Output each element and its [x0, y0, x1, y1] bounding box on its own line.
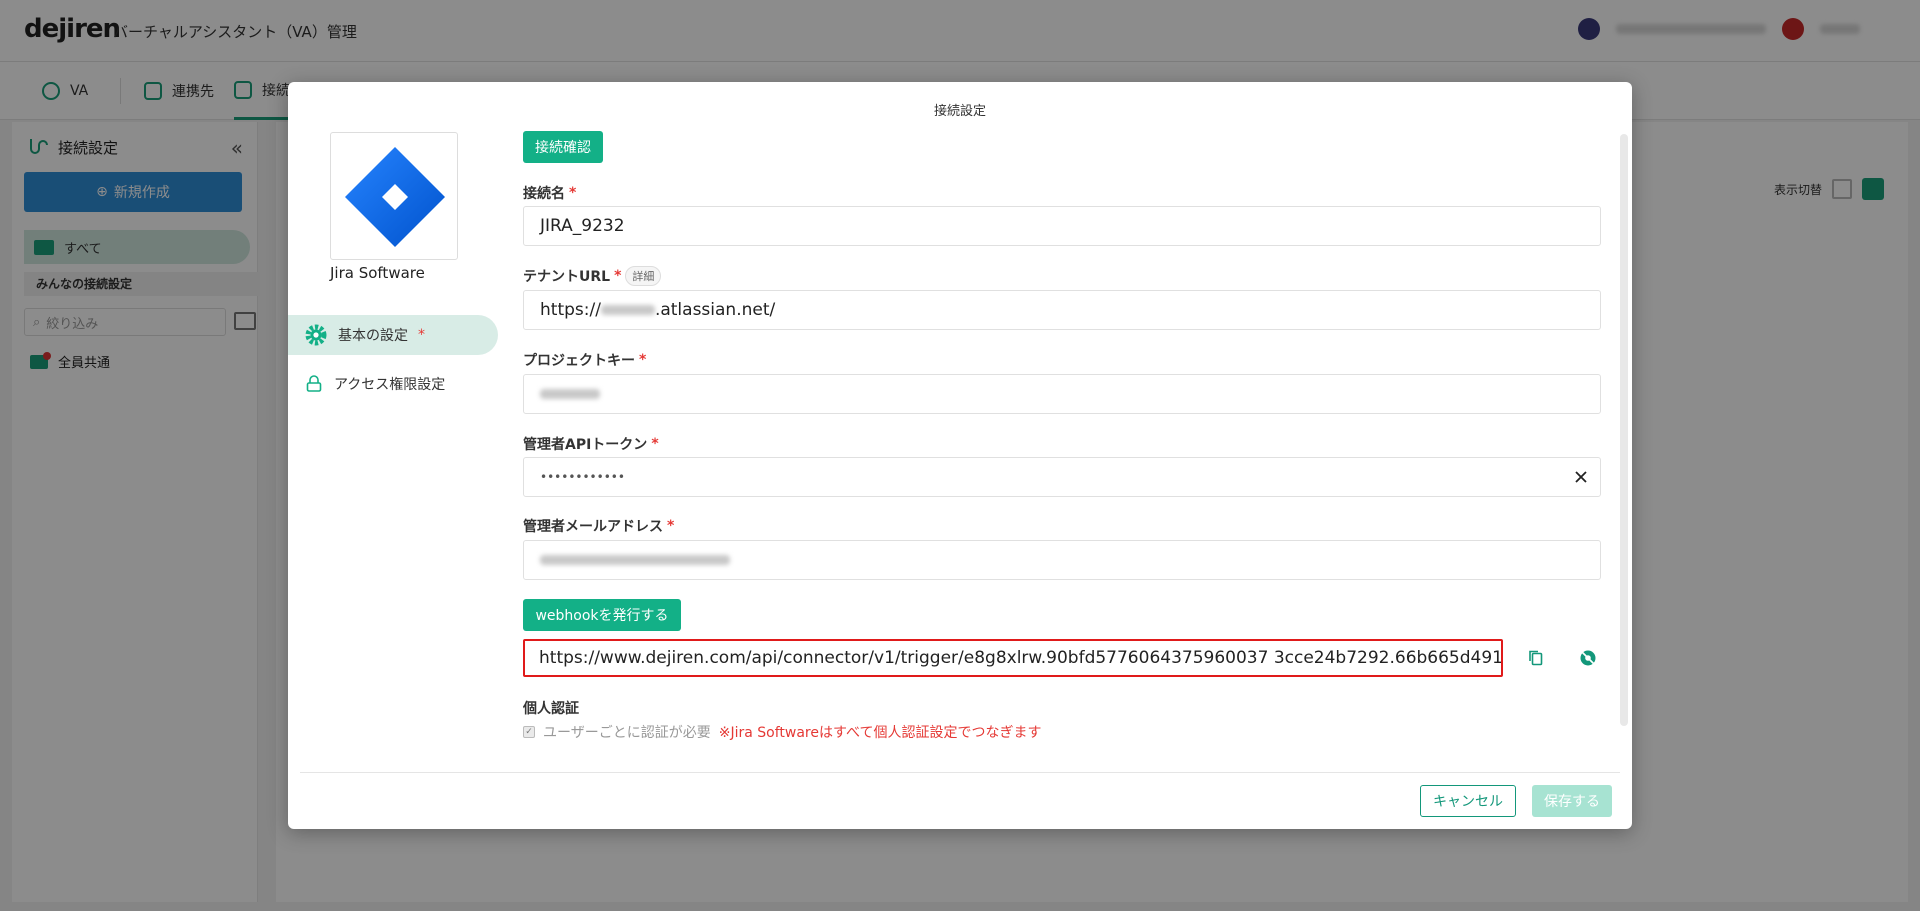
- field-label-text: プロジェクトキー: [523, 353, 635, 369]
- personal-auth-checkbox[interactable]: ✓: [523, 726, 535, 738]
- jira-logo-icon: [345, 147, 445, 247]
- tenant-url-suffix: .atlassian.net/: [654, 300, 776, 320]
- tenant-subdomain-redacted: [600, 305, 655, 315]
- hide-visibility-icon[interactable]: [1577, 647, 1599, 669]
- personal-auth-row: ✓ ユーザーごとに認証が必要 ※Jira Softwareはすべて個人認証設定で…: [523, 722, 1041, 742]
- footer-divider: [300, 772, 1620, 773]
- api-token-masked: ••••••••••••: [540, 470, 625, 484]
- webhook-url-field[interactable]: https://www.dejiren.com/api/connector/v1…: [523, 639, 1503, 677]
- modal-scrollbar[interactable]: [1620, 134, 1628, 726]
- project-key-label: プロジェクトキー *: [523, 350, 646, 370]
- issue-webhook-button[interactable]: webhookを発行する: [523, 599, 681, 631]
- field-label-text: 管理者APIトークン: [523, 437, 648, 453]
- app-logo-card: [330, 132, 458, 260]
- nav-label: アクセス権限設定: [334, 377, 446, 393]
- field-label-text: 接続名: [523, 186, 565, 202]
- required-marker: *: [569, 185, 577, 201]
- project-key-input[interactable]: [523, 374, 1601, 414]
- nav-label: 基本の設定: [338, 328, 408, 344]
- admin-email-redacted: [540, 555, 730, 565]
- api-token-label: 管理者APIトークン *: [523, 434, 659, 454]
- required-marker: *: [639, 352, 647, 368]
- connection-name-label: 接続名 *: [523, 183, 576, 203]
- tenant-url-prefix: https://: [540, 300, 601, 320]
- app-name: Jira Software: [330, 264, 425, 282]
- required-marker: *: [418, 327, 425, 343]
- required-marker: *: [614, 268, 622, 284]
- project-key-redacted: [540, 389, 600, 399]
- save-button[interactable]: 保存する: [1532, 785, 1612, 817]
- clear-token-icon[interactable]: [1570, 466, 1592, 488]
- cancel-button[interactable]: キャンセル: [1420, 785, 1516, 817]
- nav-access-settings[interactable]: アクセス権限設定: [288, 364, 498, 404]
- modal-title: 接続設定: [933, 104, 986, 119]
- lock-icon: [306, 375, 322, 392]
- personal-auth-checkbox-label: ユーザーごとに認証が必要: [543, 725, 711, 741]
- personal-auth-note: ※Jira Softwareはすべて個人認証設定でつなぎます: [718, 725, 1042, 741]
- connection-name-input[interactable]: JIRA_9232: [523, 206, 1601, 246]
- required-marker: *: [651, 436, 659, 452]
- gear-icon: [305, 324, 327, 346]
- admin-email-input[interactable]: [523, 540, 1601, 580]
- connection-name-value: JIRA_9232: [540, 216, 625, 236]
- api-token-input[interactable]: ••••••••••••: [523, 457, 1601, 497]
- copy-icon[interactable]: [1525, 647, 1547, 669]
- field-label-text: テナントURL: [523, 269, 611, 285]
- nav-basic-settings[interactable]: 基本の設定 *: [288, 315, 498, 355]
- tenant-url-input[interactable]: https:// .atlassian.net/: [523, 290, 1601, 330]
- check-connection-button[interactable]: 接続確認: [523, 131, 603, 163]
- required-marker: *: [667, 518, 675, 534]
- admin-email-label: 管理者メールアドレス *: [523, 516, 674, 536]
- detail-chip[interactable]: 詳細: [625, 266, 662, 286]
- tenant-url-label: テナントURL * 詳細: [523, 266, 662, 286]
- field-label-text: 管理者メールアドレス: [523, 519, 663, 535]
- personal-auth-label: 個人認証: [523, 701, 579, 717]
- webhook-url-value: https://www.dejiren.com/api/connector/v1…: [539, 648, 1503, 668]
- connection-settings-modal: 接続設定 Jira Software 基本の設定 * アクセス権限設定 接続確認…: [288, 82, 1632, 829]
